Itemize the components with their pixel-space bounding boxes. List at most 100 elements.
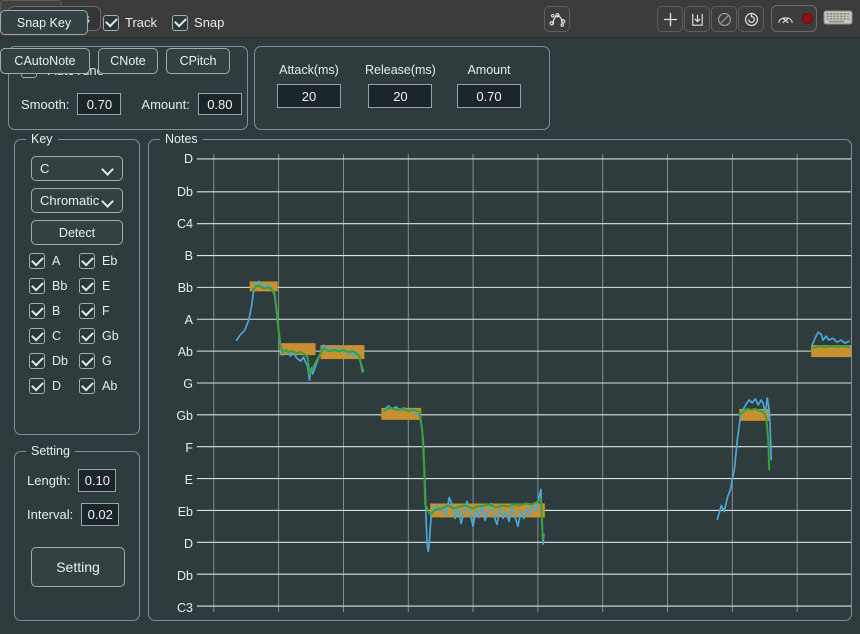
amount-group: Amount 0.70	[457, 63, 521, 108]
note-row: B F	[29, 303, 129, 319]
note-checkbox-box[interactable]	[79, 328, 95, 344]
correction-row: CAutoNote CNote CPitch	[0, 48, 230, 74]
note-checkbox-box[interactable]	[79, 353, 95, 369]
release-input[interactable]: 20	[368, 84, 433, 108]
note-label: Bb	[52, 279, 68, 293]
key-panel: Key C Chromatic Detect A Eb Bb E B F C G…	[14, 132, 140, 435]
note-checkbox-box[interactable]	[29, 328, 45, 344]
original-pitch-curve	[811, 331, 850, 346]
cautonote-button[interactable]: CAutoNote	[0, 48, 90, 74]
note-checkbox-box[interactable]	[29, 278, 45, 294]
note-row: C Gb	[29, 328, 129, 344]
pitch-editor-canvas[interactable]	[149, 140, 851, 620]
snap-toggle[interactable]: Snap	[172, 14, 224, 31]
note-label: D	[52, 379, 62, 393]
save-icon[interactable]	[684, 6, 710, 32]
note-label: B	[52, 304, 61, 318]
note-checkbox-d[interactable]: D	[29, 378, 79, 394]
key-root-select[interactable]: C	[31, 156, 123, 181]
key-scale-select[interactable]: Chromatic	[31, 188, 123, 213]
track-checkbox[interactable]	[103, 14, 119, 31]
note-checkbox-box[interactable]	[29, 353, 45, 369]
transport-cluster: Snap Key Track Snap CAutoNote CNote CPit…	[0, 0, 232, 76]
interval-input[interactable]: 0.02	[81, 503, 120, 526]
note-checkbox-bb[interactable]: Bb	[29, 278, 79, 294]
note-label: C	[52, 329, 62, 343]
note-checkbox-grid: A Eb Bb E B F C Gb Db G D Ab	[29, 253, 129, 403]
note-checkbox-b[interactable]: B	[29, 303, 79, 319]
note-checkbox-box[interactable]	[29, 253, 45, 269]
autotune-params-row: Smooth: 0.70 Amount: 0.80	[21, 93, 242, 115]
length-input[interactable]: 0.10	[78, 469, 117, 492]
note-checkbox-ab[interactable]: Ab	[79, 378, 129, 394]
amount-input[interactable]: 0.70	[457, 84, 521, 108]
notes-panel: Notes D Db C4 B Bb A Ab G Gb F E Eb D Db C3	[148, 132, 852, 621]
setting-button[interactable]: Setting	[31, 547, 125, 587]
autotune-amount-label: Amount:	[141, 96, 190, 112]
smooth-label: Smooth:	[21, 96, 70, 112]
record-arm-icon	[776, 11, 795, 27]
corrected-pitch-curve	[251, 284, 364, 376]
note-label: Gb	[102, 329, 119, 343]
note-checkbox-f[interactable]: F	[79, 303, 129, 319]
snap-key-button[interactable]: Snap Key	[0, 10, 88, 35]
note-checkbox-box[interactable]	[79, 378, 95, 394]
setting-panel: Setting Length: 0.10 Interval: 0.02 Sett…	[14, 444, 140, 621]
pitch-curve-icon[interactable]	[544, 6, 570, 32]
smooth-input[interactable]: 0.70	[77, 93, 122, 115]
snap-checkbox[interactable]	[172, 14, 189, 31]
note-checkbox-box[interactable]	[79, 253, 95, 269]
key-panel-legend: Key	[26, 132, 58, 146]
note-checkbox-c[interactable]: C	[29, 328, 79, 344]
note-label: E	[102, 279, 111, 293]
chevron-down-icon	[103, 197, 114, 204]
cnote-button[interactable]: CNote	[98, 48, 158, 74]
attack-label: Attack(ms)	[279, 63, 339, 77]
note-checkbox-eb[interactable]: Eb	[79, 253, 129, 269]
plugin-window: 46.42 ms (无)	[0, 0, 860, 634]
note-checkbox-box[interactable]	[29, 378, 45, 394]
record-indicator	[801, 13, 813, 24]
snap-row: Snap Key Track Snap	[0, 10, 224, 35]
note-row: Db G	[29, 353, 129, 369]
note-label: G	[102, 354, 112, 368]
add-icon[interactable]	[657, 6, 683, 32]
note-checkbox-g[interactable]: G	[79, 353, 129, 369]
track-label: Track	[125, 15, 158, 30]
note-label: F	[102, 304, 110, 318]
original-pitch-curve	[235, 280, 365, 381]
note-checkbox-box[interactable]	[79, 303, 95, 319]
reset-icon[interactable]	[738, 6, 764, 32]
amount-label: Amount	[467, 63, 511, 77]
keyboard-icon[interactable]	[823, 7, 853, 34]
note-row: D Ab	[29, 378, 129, 394]
note-checkbox-gb[interactable]: Gb	[79, 328, 129, 344]
cpitch-button[interactable]: CPitch	[166, 48, 230, 74]
note-label: Db	[52, 354, 68, 368]
note-checkbox-db[interactable]: Db	[29, 353, 79, 369]
note-label: Eb	[102, 254, 118, 268]
note-row: A Eb	[29, 253, 129, 269]
note-checkbox-a[interactable]: A	[29, 253, 79, 269]
interval-label: Interval:	[27, 507, 74, 522]
length-label: Length:	[27, 473, 71, 488]
key-root-value: C	[40, 161, 50, 176]
note-checkbox-box[interactable]	[79, 278, 95, 294]
detect-button[interactable]: Detect	[31, 220, 123, 245]
length-row: Length: 0.10	[27, 469, 117, 492]
bypass-icon[interactable]	[711, 6, 737, 32]
attack-input[interactable]: 20	[277, 84, 341, 108]
note-label: A	[52, 254, 61, 268]
release-group: Release(ms) 20	[365, 63, 436, 108]
note-checkbox-box[interactable]	[29, 303, 45, 319]
envelope-panel: Attack(ms) 20 Release(ms) 20 Amount 0.70	[254, 46, 550, 130]
attack-group: Attack(ms) 20	[277, 63, 341, 108]
note-checkbox-e[interactable]: E	[79, 278, 129, 294]
chevron-down-icon	[103, 165, 114, 172]
record-arm-button[interactable]	[771, 5, 817, 32]
release-label: Release(ms)	[365, 63, 436, 77]
autotune-amount-input[interactable]: 0.80	[197, 93, 242, 115]
setting-panel-legend: Setting	[26, 444, 75, 458]
interval-row: Interval: 0.02	[27, 503, 120, 526]
track-toggle[interactable]: Track	[103, 14, 158, 31]
